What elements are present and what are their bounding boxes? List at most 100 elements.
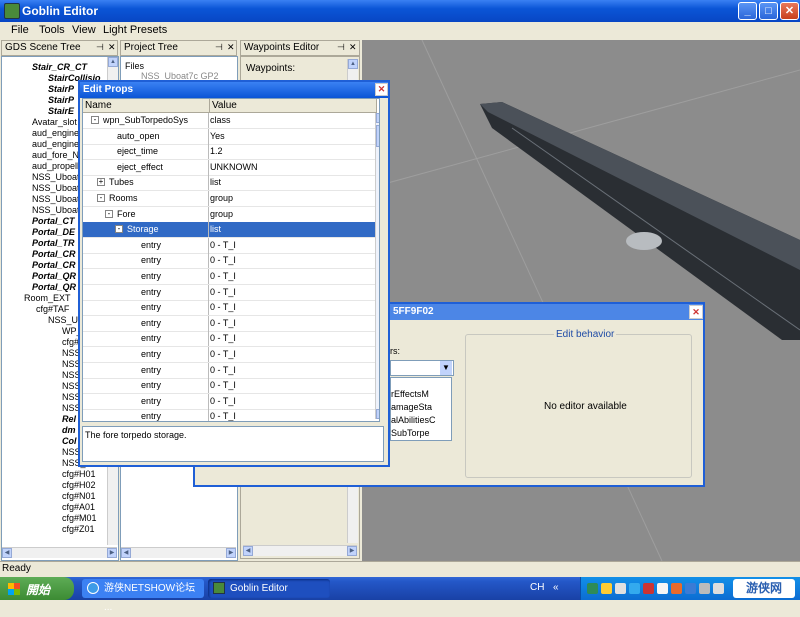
property-row[interactable]: eject_effect UNKNOWN <box>83 159 375 176</box>
property-value[interactable]: 0 - T_I <box>210 378 236 393</box>
scene-tree-item[interactable]: NSS_Uboat <box>32 205 80 215</box>
menu-view[interactable]: View <box>72 24 96 36</box>
property-value[interactable]: 0 - T_I <box>210 394 236 409</box>
behavior-select[interactable]: ▼ <box>390 360 454 376</box>
scroll-right-icon[interactable]: ▶ <box>226 548 236 558</box>
scene-tree-item[interactable]: cfg#Z01 <box>62 524 95 534</box>
scene-tree-item[interactable]: Stair_CR_CT <box>32 62 87 72</box>
horizontal-scrollbar[interactable]: ◀ ▶ <box>243 545 357 556</box>
property-row[interactable]: - wpn_SubTorpedoSys class <box>83 113 375 129</box>
list-item[interactable]: rEffectsM <box>391 389 429 399</box>
pin-icon[interactable]: ⊣ <box>215 42 223 53</box>
tray-app-icon[interactable] <box>671 583 682 594</box>
property-row[interactable]: auto_open Yes <box>83 128 375 145</box>
property-row[interactable]: - Rooms group <box>83 191 375 207</box>
scene-tree-item[interactable]: cfg#N01 <box>62 491 96 501</box>
property-row[interactable]: entry 0 - T_I <box>83 300 375 317</box>
scroll-up-icon[interactable]: ▲ <box>108 57 118 67</box>
property-value[interactable]: 1.2 <box>210 144 223 159</box>
property-value[interactable]: group <box>210 207 233 222</box>
property-row[interactable]: entry 0 - T_I <box>83 331 375 348</box>
task-button-goblin-editor[interactable]: Goblin Editor <box>208 579 330 598</box>
list-item[interactable]: SubTorpe <box>391 428 430 438</box>
scene-tree-item[interactable]: Avatar_slot <box>32 117 77 127</box>
scene-tree-item[interactable]: dm <box>62 425 76 435</box>
property-row[interactable]: eject_time 1.2 <box>83 144 375 161</box>
language-indicator[interactable]: CH <box>530 582 544 593</box>
scene-tree-item[interactable]: Portal_QR <box>32 271 76 281</box>
property-row[interactable]: entry 0 - T_I <box>83 409 375 421</box>
column-header-value[interactable]: Value <box>210 99 377 113</box>
property-value[interactable]: 0 - T_I <box>210 300 236 315</box>
property-value[interactable]: group <box>210 191 233 206</box>
scroll-thumb[interactable] <box>376 125 379 147</box>
scene-tree-item[interactable]: Rel <box>62 414 76 424</box>
scene-tree-item[interactable]: Portal_CR <box>32 249 76 259</box>
property-value[interactable]: 0 - T_I <box>210 316 236 331</box>
list-item[interactable]: alAbilitiesC <box>391 415 436 425</box>
scene-tree-item[interactable]: aud_propell <box>32 161 79 171</box>
chevron-down-icon[interactable]: ▼ <box>440 361 452 375</box>
property-value[interactable]: 0 - T_I <box>210 285 236 300</box>
property-row[interactable]: entry 0 - T_I <box>83 362 375 379</box>
tray-app-icon[interactable] <box>615 583 626 594</box>
scene-tree-item[interactable]: Portal_CR <box>32 260 76 270</box>
horizontal-scrollbar[interactable]: ◀ ▶ <box>2 547 117 558</box>
column-header-name[interactable]: Name <box>83 99 210 113</box>
property-value[interactable]: list <box>210 175 221 190</box>
scroll-left-icon[interactable]: ◀ <box>2 548 12 558</box>
expand-icon[interactable]: + <box>97 178 105 187</box>
scene-tree-item[interactable]: Room_EXT <box>24 293 71 303</box>
vertical-scrollbar[interactable]: ▲ ▼ <box>375 113 379 419</box>
scene-tree-item[interactable]: StairE <box>48 106 74 116</box>
scene-tree-item[interactable]: aud_fore_N <box>32 150 79 160</box>
scene-tree-item[interactable]: cfg#A01 <box>62 502 95 512</box>
scene-tree-item[interactable]: aud_engine <box>32 139 79 149</box>
maximize-button[interactable]: □ <box>759 2 778 20</box>
scene-tree-item[interactable]: Portal_DE <box>32 227 75 237</box>
scene-tree-item[interactable]: NSS_Uboat <box>32 194 80 204</box>
scene-tree-item[interactable]: cfg# <box>62 337 79 347</box>
scroll-up-icon[interactable]: ▲ <box>348 59 358 69</box>
tray-app-icon[interactable] <box>657 583 668 594</box>
property-value[interactable]: 0 - T_I <box>210 347 236 362</box>
property-row[interactable]: + Tubes list <box>83 175 375 192</box>
property-value[interactable]: 0 - T_I <box>210 238 236 253</box>
scene-tree-item[interactable]: cfg#H01 <box>62 469 96 479</box>
collapse-icon[interactable]: - <box>91 116 99 124</box>
property-value[interactable]: 0 - T_I <box>210 409 236 421</box>
pin-icon[interactable]: ⊣ <box>337 42 345 53</box>
scroll-left-icon[interactable]: ◀ <box>121 548 131 558</box>
close-icon[interactable]: ✕ <box>108 42 116 53</box>
tree-item-files[interactable]: Files <box>125 61 144 71</box>
scene-tree-item[interactable]: StairP <box>48 84 74 94</box>
property-value[interactable]: UNKNOWN <box>210 160 258 175</box>
property-value[interactable]: list <box>210 222 221 237</box>
property-value[interactable]: Yes <box>210 129 225 144</box>
property-row[interactable]: entry 0 - T_I <box>83 393 375 410</box>
scene-tree-item[interactable]: NSS_Uboat <box>32 183 80 193</box>
property-value[interactable]: class <box>210 113 231 128</box>
close-icon[interactable]: ✕ <box>349 42 357 53</box>
tray-app-icon[interactable] <box>601 583 612 594</box>
tray-app-icon[interactable] <box>587 583 598 594</box>
tray-app-icon[interactable] <box>629 583 640 594</box>
property-row[interactable]: - Storage list <box>83 222 375 239</box>
scene-tree-item[interactable]: Portal_TR <box>32 238 75 248</box>
task-button-browser[interactable]: 游侠NETSHOW论坛 ... <box>82 579 204 613</box>
menu-file[interactable]: File <box>11 24 29 36</box>
close-button[interactable]: ✕ <box>780 2 799 20</box>
behavior-list[interactable]: rEffectsM amageSta alAbilitiesC SubTorpe <box>390 377 452 441</box>
list-item[interactable]: amageSta <box>391 402 432 412</box>
close-icon[interactable]: ✕ <box>689 305 703 319</box>
collapse-icon[interactable]: - <box>115 225 123 234</box>
property-value[interactable]: 0 - T_I <box>210 363 236 378</box>
property-value[interactable]: 0 - T_I <box>210 253 236 268</box>
scene-tree-item[interactable]: Portal_CT <box>32 216 75 226</box>
scroll-right-icon[interactable]: ▶ <box>107 548 117 558</box>
scene-tree-item[interactable]: cfg#TAF <box>36 304 69 314</box>
property-row[interactable]: entry 0 - T_I <box>83 253 375 270</box>
tray-app-icon[interactable] <box>643 583 654 594</box>
tray-app-icon[interactable] <box>685 583 696 594</box>
scene-tree-item[interactable]: aud_engine <box>32 128 79 138</box>
